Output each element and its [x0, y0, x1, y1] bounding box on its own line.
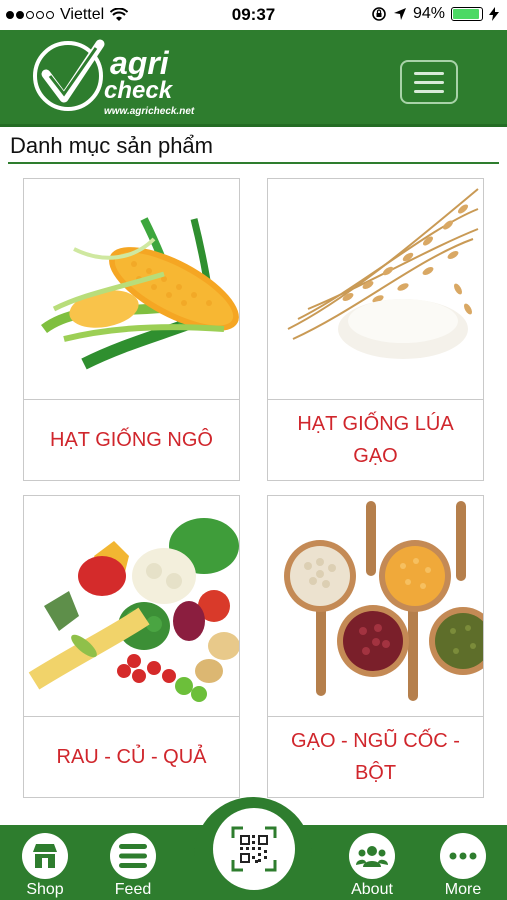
- tab-about[interactable]: About: [337, 825, 407, 900]
- status-bar: Viettel 09:37 94%: [0, 0, 507, 30]
- category-label: RAU - CỦ - QUẢ: [24, 716, 239, 797]
- category-label: HẠT GIỐNG NGÔ: [24, 399, 239, 480]
- corn-image: [24, 179, 239, 399]
- tab-label: Shop: [26, 881, 64, 898]
- tab-feed[interactable]: Feed: [98, 825, 168, 900]
- tab-more[interactable]: More: [428, 825, 498, 900]
- category-card-corn[interactable]: HẠT GIỐNG NGÔ: [23, 178, 240, 481]
- svg-text:check: check: [104, 77, 174, 104]
- feed-icon: [110, 833, 156, 879]
- battery-percent: 94%: [412, 5, 445, 22]
- orientation-lock-icon: [372, 7, 386, 21]
- category-label: GẠO - NGŨ CỐC - BỘT: [268, 716, 483, 797]
- menu-icon-bar: [414, 89, 444, 93]
- category-card-vegetables[interactable]: RAU - CỦ - QUẢ: [23, 495, 240, 798]
- section-title: Danh mục sản phẩm: [10, 133, 213, 158]
- svg-text:agri: agri: [110, 45, 170, 81]
- category-card-grains[interactable]: GẠO - NGŨ CỐC - BỘT: [267, 495, 484, 798]
- svg-text:www.agricheck.net: www.agricheck.net: [104, 106, 195, 117]
- more-dots-icon: [440, 833, 486, 879]
- grains-spoons-image: [268, 496, 483, 716]
- people-icon: [349, 833, 395, 879]
- tab-label: Feed: [114, 881, 152, 898]
- menu-icon-bar: [414, 80, 444, 84]
- agricheck-logo[interactable]: agri check www.agricheck.net: [30, 36, 210, 118]
- tab-label: More: [444, 881, 482, 898]
- menu-icon-bar: [414, 71, 444, 75]
- battery-icon: [451, 7, 483, 21]
- qr-code-icon: [231, 826, 277, 872]
- category-label: HẠT GIỐNG LÚA GẠO: [268, 399, 483, 480]
- shop-icon: [22, 833, 68, 879]
- category-card-rice[interactable]: HẠT GIỐNG LÚA GẠO: [267, 178, 484, 481]
- app-header: agri check www.agricheck.net: [0, 30, 507, 127]
- status-right: 94%: [371, 5, 499, 23]
- vegetables-image: [24, 496, 239, 716]
- qr-scan-button[interactable]: [213, 808, 295, 890]
- location-icon: [393, 8, 406, 20]
- tab-label: About: [351, 881, 393, 898]
- hamburger-menu-button[interactable]: [400, 60, 458, 104]
- charging-icon: [489, 7, 499, 21]
- rice-image: [268, 179, 483, 399]
- tab-shop[interactable]: Shop: [10, 825, 80, 900]
- section-divider: [8, 162, 499, 164]
